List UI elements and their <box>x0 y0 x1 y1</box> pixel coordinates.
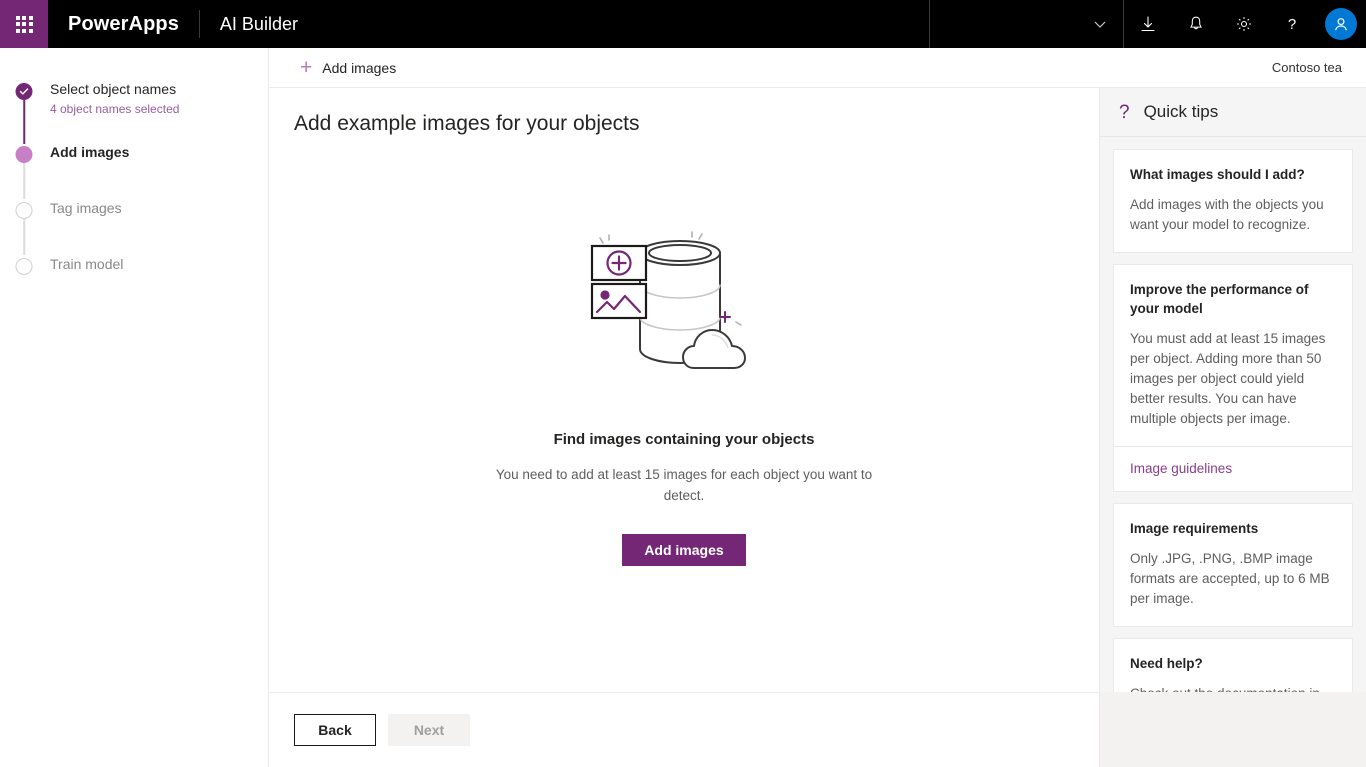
notification-bell-icon[interactable] <box>1172 0 1220 48</box>
step-connector-2 <box>23 163 25 199</box>
wizard-footer: Back Next <box>268 692 1100 767</box>
tip-link-row: Image guidelines <box>1114 446 1352 491</box>
environment-selector[interactable] <box>929 0 1124 48</box>
help-question-icon[interactable]: ? <box>1268 0 1316 48</box>
step-label[interactable]: Tag images <box>50 199 268 217</box>
settings-gear-icon[interactable] <box>1220 0 1268 48</box>
step-label[interactable]: Train model <box>50 255 268 273</box>
app-shell: Select object names 4 object names selec… <box>0 48 1366 767</box>
sidebar-item-select-object-names[interactable]: Select object names 4 object names selec… <box>0 80 268 144</box>
wizard-stepper: Select object names 4 object names selec… <box>0 48 268 767</box>
brand-powerapps[interactable]: PowerApps <box>48 0 199 48</box>
quick-tips-title: Quick tips <box>1143 102 1219 121</box>
model-name-label: Contoso tea <box>1271 60 1342 75</box>
app-launcher-waffle-icon[interactable] <box>0 0 48 48</box>
sidebar-item-train-model[interactable]: Train model <box>0 255 268 311</box>
app-name-ai-builder[interactable]: AI Builder <box>200 0 318 48</box>
tip-heading: Image requirements <box>1130 521 1259 536</box>
step-connector-1 <box>23 100 25 144</box>
sidebar-item-add-images[interactable]: Add images <box>0 143 268 199</box>
step-label[interactable]: Add images <box>50 143 268 161</box>
next-button: Next <box>388 714 470 746</box>
download-icon[interactable] <box>1124 0 1172 48</box>
tip-heading: What images should I add? <box>1130 167 1305 182</box>
tip-card: Image requirements Only .JPG, .PNG, .BMP… <box>1113 503 1353 627</box>
step-bullet-current-icon <box>15 146 33 163</box>
tip-card: Need help? Check out the documentation i… <box>1113 638 1353 692</box>
center-column: + Add images Contoso tea Add example ima… <box>268 48 1366 767</box>
main-content-card: Add example images for your objects Find… <box>268 88 1100 692</box>
step-bullet-todo-icon <box>15 258 33 275</box>
svg-text:?: ? <box>1288 16 1296 33</box>
tip-body: Only .JPG, .PNG, .BMP image formats are … <box>1130 551 1330 606</box>
avatar <box>1325 8 1357 40</box>
step-connector-3 <box>23 219 25 255</box>
empty-state-subtitle: You need to add at least 15 images for e… <box>495 467 873 503</box>
chevron-down-icon <box>1093 17 1107 31</box>
top-header-bar: PowerApps AI Builder ? <box>0 0 1366 48</box>
quick-tips-list: What images should I add? Add images wit… <box>1100 137 1366 692</box>
user-avatar[interactable] <box>1316 0 1366 48</box>
add-images-command-label: Add images <box>322 59 397 76</box>
step-sublabel[interactable]: 4 object names selected <box>50 102 268 116</box>
quick-tips-panel: ? Quick tips What images should I add? A… <box>1100 88 1366 692</box>
quick-tips-header: ? Quick tips <box>1100 88 1366 137</box>
waffle-grid <box>15 15 33 33</box>
empty-state-title: Find images containing your objects <box>553 431 815 448</box>
step-bullet-todo-icon <box>15 202 33 219</box>
tip-heading: Need help? <box>1130 656 1203 671</box>
tip-body: Check out the documentation in the help … <box>1130 684 1336 692</box>
step-bullet-done-icon <box>15 83 33 100</box>
header-icon-group: ? <box>1124 0 1366 48</box>
add-images-button[interactable]: Add images <box>622 534 746 566</box>
tip-heading: Improve the performance of your model <box>1130 282 1309 316</box>
page-title: Add example images for your objects <box>294 112 640 135</box>
tip-card-inner: What images should I add? Add images wit… <box>1114 150 1352 252</box>
tip-card: Improve the performance of your model Yo… <box>1113 264 1353 492</box>
tip-card-inner: Need help? Check out the documentation i… <box>1114 639 1352 692</box>
empty-state: Find images containing your objects You … <box>269 136 1099 692</box>
tip-body: You must add at least 15 images per obje… <box>1130 331 1326 426</box>
tip-card-inner: Improve the performance of your model Yo… <box>1114 265 1352 446</box>
plus-icon: + <box>300 56 313 79</box>
add-images-command[interactable]: + Add images <box>294 53 402 82</box>
question-mark-icon: ? <box>1119 101 1130 123</box>
tip-card: What images should I add? Add images wit… <box>1113 149 1353 253</box>
sidebar-item-tag-images[interactable]: Tag images <box>0 199 268 255</box>
tip-body: Add images with the objects you want you… <box>1130 197 1324 232</box>
step-label[interactable]: Select object names <box>50 80 268 98</box>
back-button[interactable]: Back <box>294 714 376 746</box>
tip-card-inner: Image requirements Only .JPG, .PNG, .BMP… <box>1114 504 1352 626</box>
content-row: Add example images for your objects Find… <box>268 88 1366 692</box>
image-guidelines-link[interactable]: Image guidelines <box>1130 461 1232 476</box>
database-cloud-images-illustration <box>584 222 784 397</box>
command-bar: + Add images Contoso tea <box>268 48 1366 88</box>
